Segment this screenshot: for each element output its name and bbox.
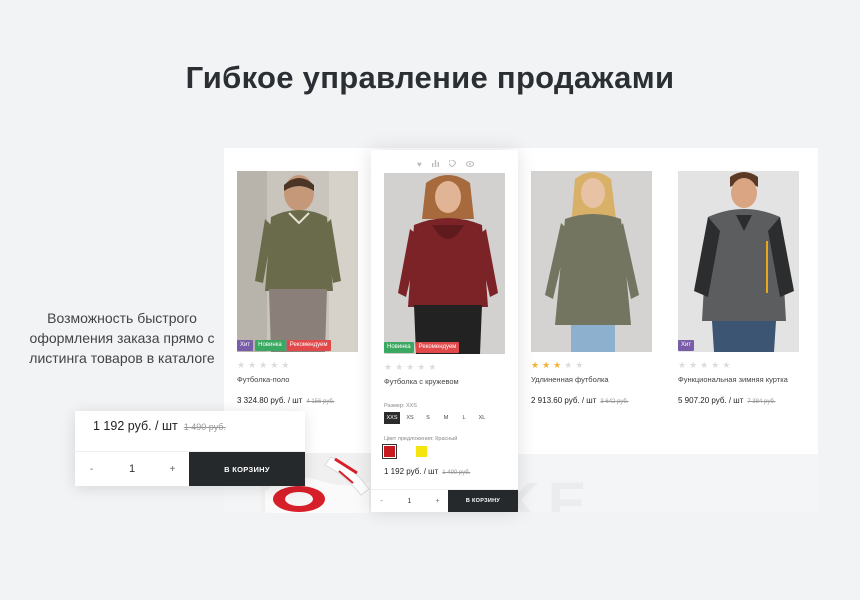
quantity-input[interactable]: 1 bbox=[392, 490, 427, 512]
star-icon[interactable]: ★ bbox=[575, 360, 583, 370]
compare-icon[interactable] bbox=[431, 160, 439, 169]
product-name[interactable]: Функциональная зимняя куртка bbox=[678, 375, 788, 384]
star-icon[interactable]: ★ bbox=[384, 362, 392, 372]
decrement-button[interactable]: - bbox=[371, 490, 392, 512]
old-price: 1 490 руб. bbox=[183, 422, 226, 432]
size-option[interactable]: S bbox=[420, 412, 436, 424]
badge-new: Новинка bbox=[255, 340, 285, 351]
badge-new: Новинка bbox=[384, 342, 414, 353]
badge-group: Новинка Рекомендуем bbox=[384, 342, 460, 353]
color-selector bbox=[382, 444, 427, 459]
size-option[interactable]: M bbox=[438, 412, 454, 424]
product-image[interactable] bbox=[531, 171, 652, 352]
star-icon[interactable]: ★ bbox=[281, 360, 289, 370]
star-icon[interactable]: ★ bbox=[689, 360, 697, 370]
product-name[interactable]: Удлиненная футболка bbox=[531, 375, 609, 384]
zoom-price: 1 192 руб. / шт 1 490 руб. bbox=[93, 419, 226, 433]
current-price: 2 913.60 руб. / шт bbox=[531, 396, 597, 405]
star-icon[interactable]: ★ bbox=[711, 360, 719, 370]
feature-description: Возможность быстрого оформления заказа п… bbox=[29, 310, 215, 366]
product-image[interactable] bbox=[384, 173, 505, 354]
page-heading: Гибкое управление продажами bbox=[185, 60, 675, 95]
color-swatch-yellow[interactable] bbox=[416, 446, 427, 457]
rating-stars[interactable]: ★ ★ ★ ★ ★ bbox=[384, 362, 436, 372]
star-icon[interactable]: ★ bbox=[700, 360, 708, 370]
increment-button[interactable]: + bbox=[156, 452, 189, 486]
tag-icon[interactable] bbox=[448, 159, 457, 169]
product-price: 2 913.60 руб. / шт 3 642 руб. bbox=[531, 396, 629, 405]
current-price: 1 192 руб. / шт bbox=[384, 467, 439, 476]
badge-recommended: Рекомендуем bbox=[415, 342, 460, 353]
star-icon[interactable]: ★ bbox=[428, 362, 436, 372]
size-option[interactable]: XS bbox=[402, 412, 418, 424]
heart-icon[interactable]: ♥ bbox=[417, 160, 422, 169]
product-name[interactable]: Футболка-поло bbox=[237, 375, 289, 384]
star-icon[interactable]: ★ bbox=[542, 360, 550, 370]
product-price: 3 324.80 руб. / шт 4 156 руб. bbox=[237, 396, 335, 405]
badge-recommended: Рекомендуем bbox=[286, 340, 331, 351]
product-price: 5 907.20 руб. / шт 7 384 руб. bbox=[678, 396, 776, 405]
old-price: 3 642 руб. bbox=[600, 399, 629, 405]
card-actions: ♥ bbox=[417, 159, 474, 169]
add-to-cart-button[interactable]: В КОРЗИНУ bbox=[448, 490, 518, 512]
star-icon[interactable]: ★ bbox=[237, 360, 245, 370]
rating-stars[interactable]: ★ ★ ★ ★ ★ bbox=[237, 360, 289, 370]
product-card-active[interactable]: ♥ Новинка Рекомендуем ★ ★ ★ ★ ★ Футболка… bbox=[371, 150, 518, 512]
star-icon[interactable]: ★ bbox=[406, 362, 414, 372]
old-price: 7 384 руб. bbox=[747, 399, 776, 405]
size-selector: XXS XS S M L XL bbox=[384, 412, 490, 424]
quick-order-zoom: 1 192 руб. / шт 1 490 руб. - 1 + В КОРЗИН… bbox=[75, 411, 305, 486]
color-swatch-white[interactable] bbox=[400, 446, 411, 457]
size-option[interactable]: L bbox=[456, 412, 472, 424]
product-image[interactable] bbox=[237, 171, 358, 352]
color-swatch-red[interactable] bbox=[382, 444, 397, 459]
product-image[interactable] bbox=[678, 171, 799, 352]
size-label: Размер: XXS bbox=[384, 403, 417, 409]
star-icon[interactable]: ★ bbox=[564, 360, 572, 370]
star-icon[interactable]: ★ bbox=[722, 360, 730, 370]
star-icon[interactable]: ★ bbox=[553, 360, 561, 370]
add-to-cart-button[interactable]: В КОРЗИНУ bbox=[189, 452, 305, 486]
current-price: 1 192 руб. / шт bbox=[93, 419, 178, 433]
star-icon[interactable]: ★ bbox=[248, 360, 256, 370]
color-label: Цвет предложения: Красный bbox=[384, 436, 458, 442]
quantity-row: - 1 + В КОРЗИНУ bbox=[75, 451, 305, 486]
rating-stars[interactable]: ★ ★ ★ ★ ★ bbox=[531, 360, 583, 370]
rating-stars[interactable]: ★ ★ ★ ★ ★ bbox=[678, 360, 730, 370]
product-price: 1 192 руб. / шт 1 490 руб. bbox=[384, 467, 470, 476]
old-price: 1 490 руб. bbox=[442, 470, 471, 476]
star-icon[interactable]: ★ bbox=[395, 362, 403, 372]
current-price: 5 907.20 руб. / шт bbox=[678, 396, 744, 405]
star-icon[interactable]: ★ bbox=[270, 360, 278, 370]
badge-hit: Хит bbox=[237, 340, 254, 351]
size-option[interactable]: XXS bbox=[384, 412, 400, 424]
old-price: 4 156 руб. bbox=[306, 399, 335, 405]
star-icon[interactable]: ★ bbox=[678, 360, 686, 370]
increment-button[interactable]: + bbox=[427, 490, 448, 512]
product-name[interactable]: Футболка с кружевом bbox=[384, 377, 459, 386]
star-icon[interactable]: ★ bbox=[531, 360, 539, 370]
current-price: 3 324.80 руб. / шт bbox=[237, 396, 303, 405]
decrement-button[interactable]: - bbox=[75, 452, 108, 486]
badge-group: Хит bbox=[678, 340, 695, 351]
quantity-row: - 1 + В КОРЗИНУ bbox=[371, 489, 518, 512]
quantity-input[interactable]: 1 bbox=[108, 452, 156, 486]
badge-hit: Хит bbox=[678, 340, 695, 351]
size-option[interactable]: XL bbox=[474, 412, 490, 424]
eye-icon[interactable] bbox=[465, 160, 474, 169]
badge-group: Хит Новинка Рекомендуем bbox=[237, 340, 331, 351]
star-icon[interactable]: ★ bbox=[259, 360, 267, 370]
star-icon[interactable]: ★ bbox=[417, 362, 425, 372]
